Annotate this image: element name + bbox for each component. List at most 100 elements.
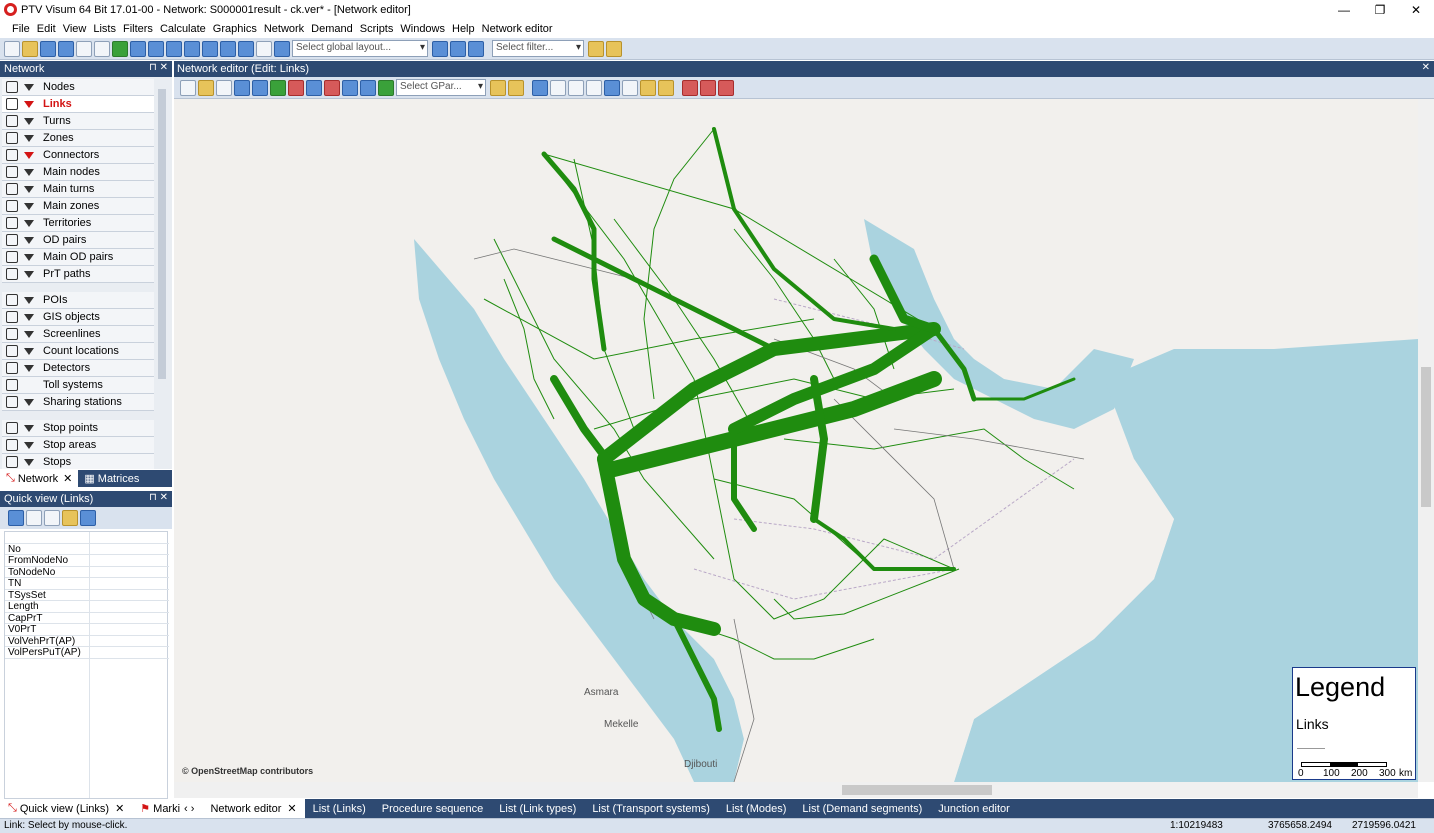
map-canvas[interactable]: Asmara Djibouti Mekelle (174, 99, 1418, 782)
layout-split-icon[interactable] (450, 40, 466, 57)
pan-hand-icon[interactable] (622, 79, 638, 96)
save-icon[interactable] (80, 510, 96, 526)
menu-graphics[interactable]: Graphics (213, 23, 257, 35)
globe-icon[interactable] (378, 79, 394, 96)
open-icon[interactable] (62, 510, 78, 526)
close-icon[interactable]: ✕ (1422, 62, 1430, 73)
filter-icon[interactable] (24, 296, 34, 304)
settings-icon[interactable] (718, 79, 734, 96)
filter-icon[interactable] (24, 270, 34, 278)
network-item-links[interactable]: Links (2, 96, 154, 113)
tab-scroll-icon[interactable]: ‹ › (184, 803, 194, 815)
filter-icon[interactable] (24, 219, 34, 227)
undo-icon[interactable] (76, 40, 92, 57)
tab-list-link-types[interactable]: List (Link types) (491, 799, 584, 818)
network-item-main-turns[interactable]: Main turns (2, 181, 154, 198)
spatial-select-icon[interactable] (288, 79, 304, 96)
menu-calculate[interactable]: Calculate (160, 23, 206, 35)
tab-network[interactable]: ⤡ Network ✕ (0, 470, 79, 487)
tab-junction-editor[interactable]: Junction editor (930, 799, 1018, 818)
quick-view-row[interactable]: VolVehPrT(AP) (5, 635, 169, 647)
quick-view-row[interactable]: No (5, 543, 169, 555)
grid-icon[interactable] (274, 40, 290, 57)
menu-file[interactable]: File (12, 23, 30, 35)
zoom-network-icon[interactable] (532, 79, 548, 96)
network-item-connectors[interactable]: Connectors (2, 147, 154, 164)
filter-icon[interactable] (24, 458, 34, 466)
move-icon[interactable] (180, 79, 196, 96)
measure-icon[interactable] (640, 79, 656, 96)
run-icon[interactable] (112, 40, 128, 57)
filter-icon[interactable] (24, 253, 34, 261)
select-attributes-icon[interactable] (8, 510, 24, 526)
quick-view-row[interactable]: Length (5, 601, 169, 613)
network-item-zones[interactable]: Zones (2, 130, 154, 147)
filter-select[interactable]: Select filter... (492, 40, 584, 57)
quick-view-value[interactable] (89, 543, 169, 555)
network-item-pois[interactable]: POIs (2, 292, 154, 309)
network-item-detectors[interactable]: Detectors (2, 360, 154, 377)
record-icon[interactable] (682, 79, 698, 96)
matrix-icon[interactable] (202, 40, 218, 57)
filter-icon[interactable] (24, 151, 34, 159)
network-item-main-nodes[interactable]: Main nodes (2, 164, 154, 181)
menu-windows[interactable]: Windows (400, 23, 445, 35)
background-icon[interactable] (360, 79, 376, 96)
network-item-gis-objects[interactable]: GIS objects (2, 309, 154, 326)
graph-icon[interactable] (238, 40, 254, 57)
panel-pin-close-icon[interactable]: ⊓ ✕ (149, 492, 168, 503)
filter-icon[interactable] (24, 313, 34, 321)
tab-network-editor[interactable]: Network editor ✕ (202, 799, 305, 818)
map-vertical-scrollbar[interactable] (1418, 99, 1434, 782)
quick-view-value[interactable] (89, 624, 169, 635)
quick-view-value[interactable] (89, 589, 169, 601)
redo-icon[interactable] (94, 40, 110, 57)
save-icon[interactable] (40, 40, 56, 57)
menu-scripts[interactable]: Scripts (360, 23, 394, 35)
home-icon[interactable] (148, 40, 164, 57)
import-icon[interactable] (166, 40, 182, 57)
filter-icon[interactable] (24, 330, 34, 338)
back-icon[interactable] (568, 79, 584, 96)
quick-view-row[interactable]: FromNodeNo (5, 555, 169, 567)
menu-edit[interactable]: Edit (37, 23, 56, 35)
network-map[interactable]: Asmara Djibouti Mekelle © OpenStreetMap … (174, 99, 1418, 782)
view-icon[interactable] (604, 79, 620, 96)
snap-icon[interactable] (700, 79, 716, 96)
close-icon[interactable]: ✕ (287, 802, 296, 815)
filter-icon[interactable] (24, 236, 34, 244)
flow-bundle-icon[interactable] (324, 79, 340, 96)
quick-view-value[interactable] (89, 612, 169, 624)
filter-icon[interactable] (24, 100, 34, 108)
map-horizontal-scrollbar[interactable] (174, 782, 1418, 798)
tab-list-modes[interactable]: List (Modes) (718, 799, 795, 818)
tab-marki[interactable]: ⚑ Marki ‹ › (132, 799, 203, 818)
network-item-od-pairs[interactable]: OD pairs (2, 232, 154, 249)
minimize-icon[interactable]: — (1326, 0, 1362, 19)
network-item-main-od-pairs[interactable]: Main OD pairs (2, 249, 154, 266)
filter-icon[interactable] (24, 347, 34, 355)
close-icon[interactable]: ✕ (1398, 0, 1434, 19)
menu-view[interactable]: View (63, 23, 87, 35)
network-item-stop-points[interactable]: Stop points (2, 420, 154, 437)
network-item-prt-paths[interactable]: PrT paths (2, 266, 154, 283)
quick-view-row[interactable]: VolPersPuT(AP) (5, 647, 169, 659)
restore-icon[interactable]: ❐ (1362, 0, 1398, 19)
menu-help[interactable]: Help (452, 23, 475, 35)
panel-pin-close-icon[interactable]: ⊓ ✕ (149, 62, 168, 73)
gpar-save-icon[interactable] (508, 79, 524, 96)
menu-filters[interactable]: Filters (123, 23, 153, 35)
tab-procedure-sequence[interactable]: Procedure sequence (374, 799, 492, 818)
tab-list-transport-systems[interactable]: List (Transport systems) (584, 799, 718, 818)
network-item-count-locations[interactable]: Count locations (2, 343, 154, 360)
binoculars-icon[interactable] (234, 79, 250, 96)
list-icon[interactable] (184, 40, 200, 57)
quick-view-value[interactable] (89, 601, 169, 612)
filter-icon[interactable] (24, 83, 34, 91)
layout-horizontal-icon[interactable] (432, 40, 448, 57)
gpar-open-icon[interactable] (490, 79, 506, 96)
tab-matrices[interactable]: ▦ Matrices (78, 470, 145, 487)
quick-view-value[interactable] (89, 566, 169, 578)
quick-view-row[interactable]: CapPrT (5, 612, 169, 624)
quick-view-row[interactable]: ToNodeNo (5, 566, 169, 578)
